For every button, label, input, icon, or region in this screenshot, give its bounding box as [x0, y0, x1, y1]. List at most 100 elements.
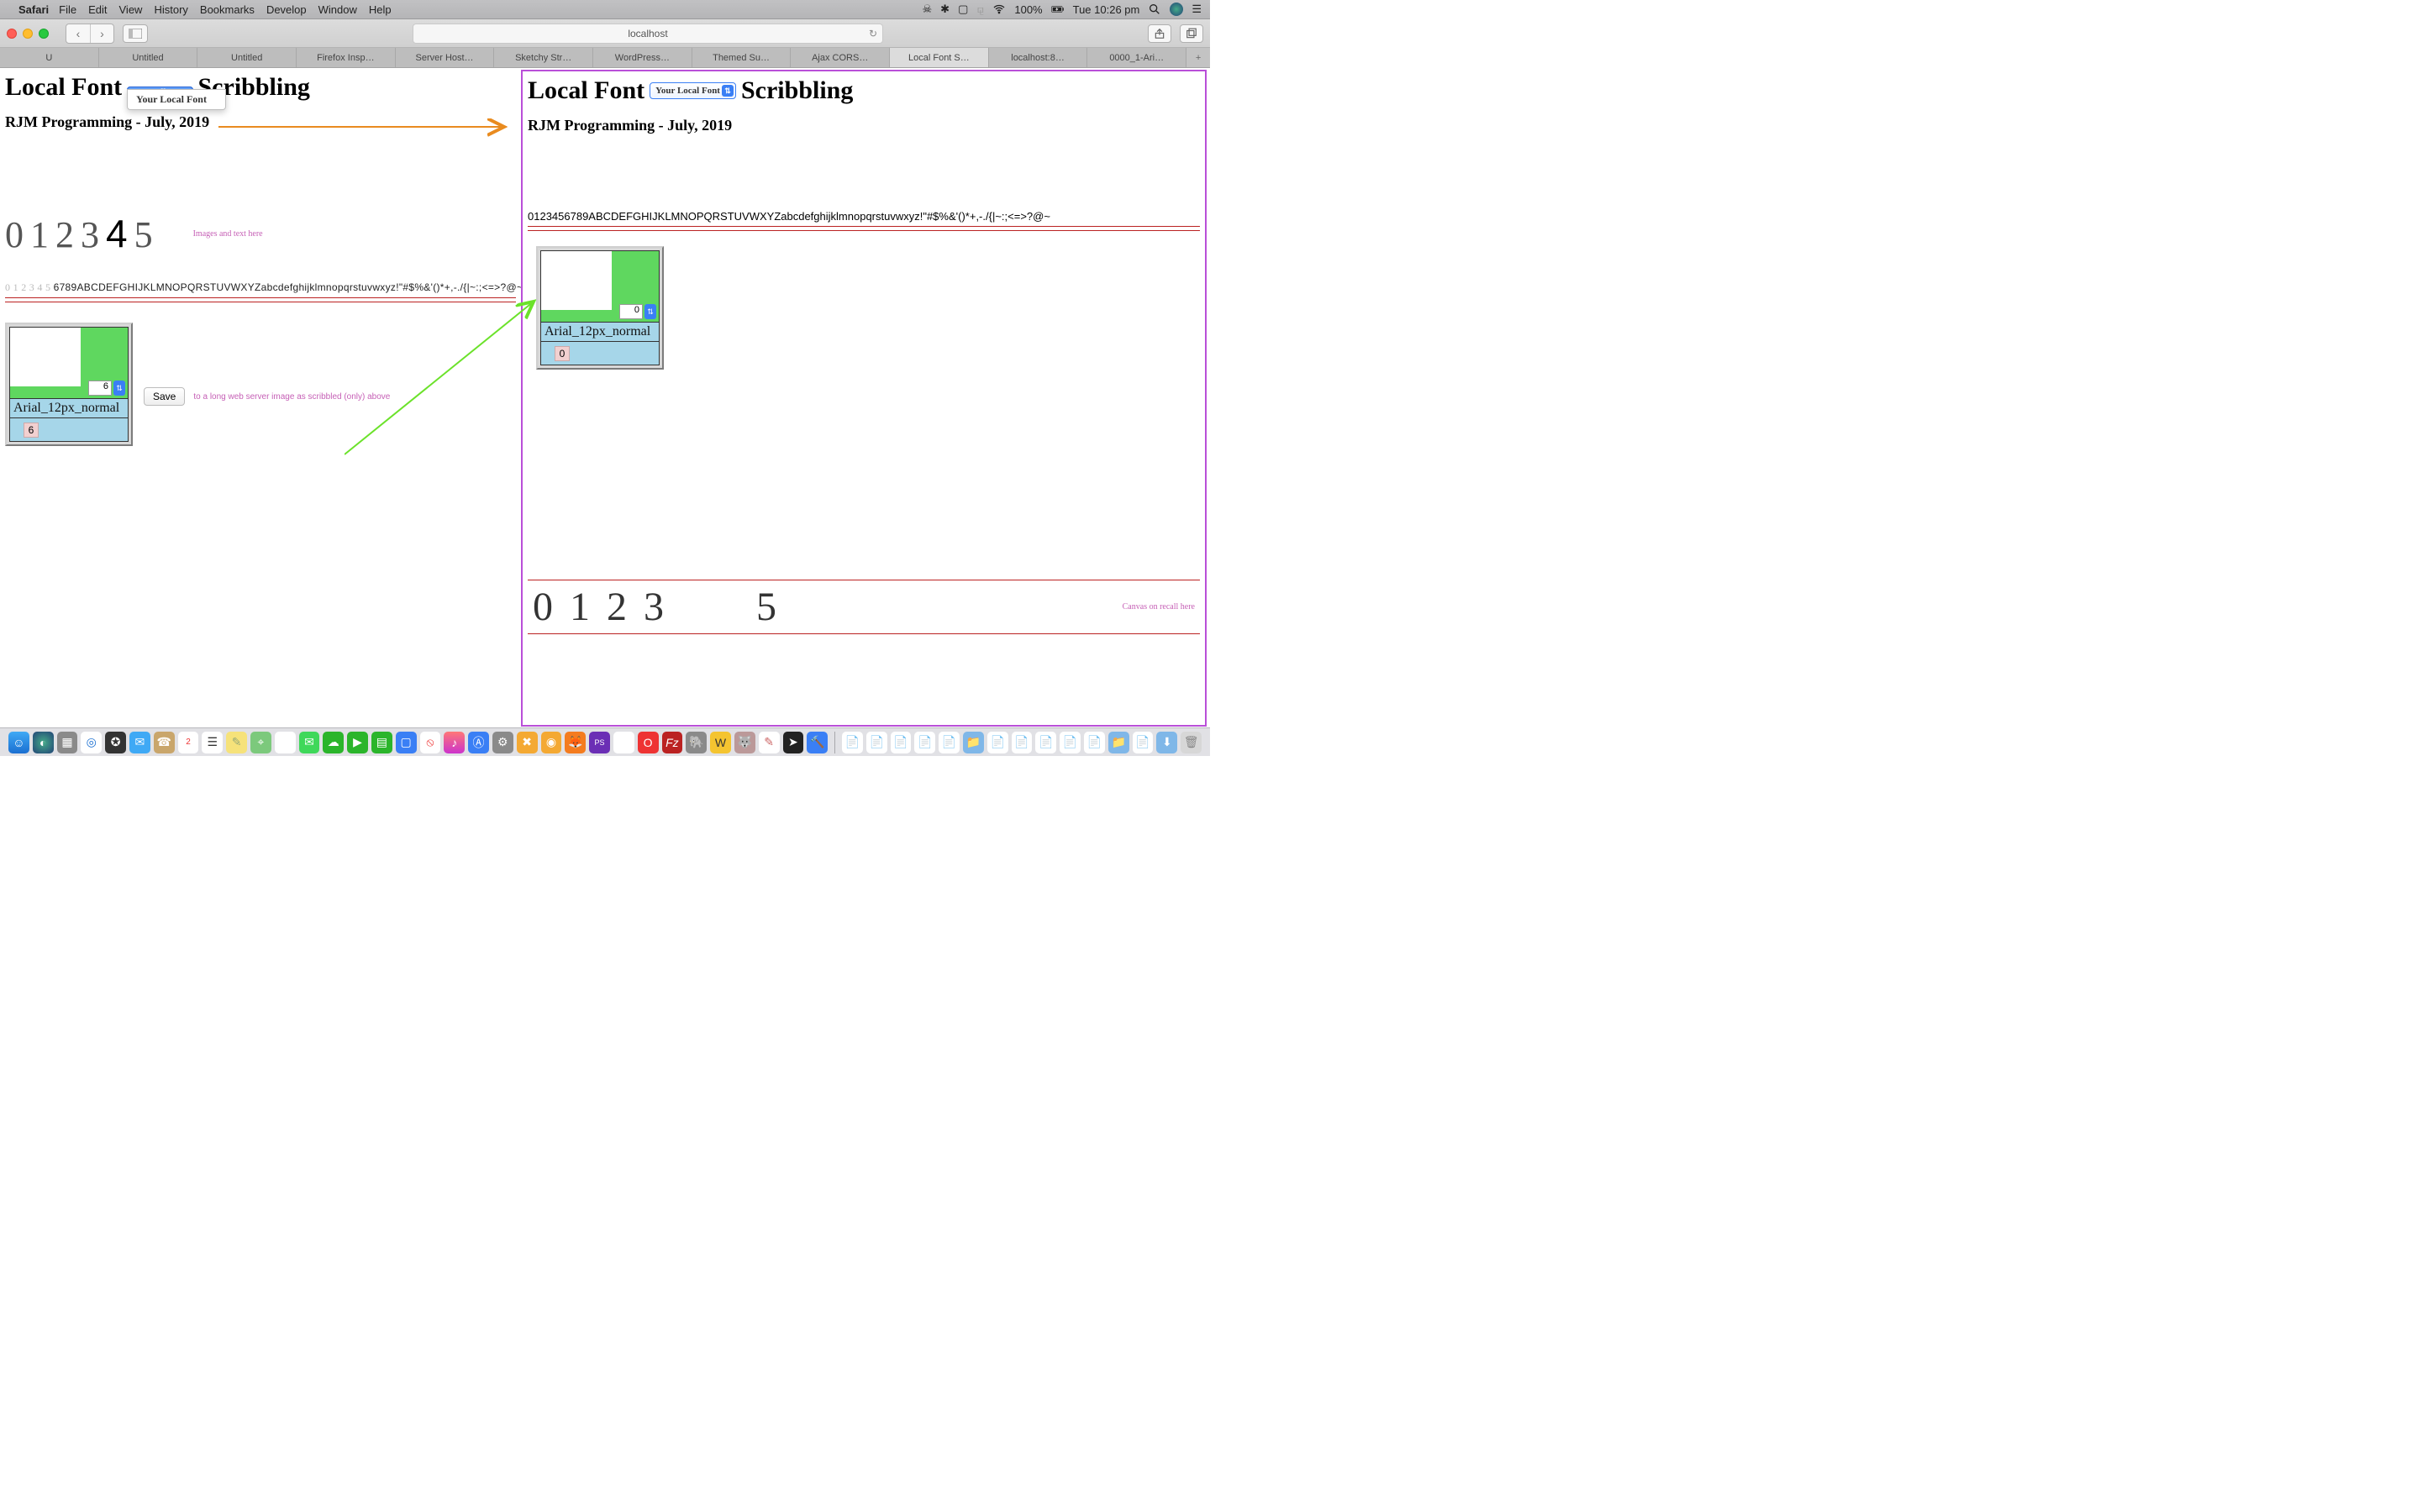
- dock-doc-2[interactable]: 📄: [866, 732, 887, 753]
- dock-reminders[interactable]: ☰: [202, 732, 223, 753]
- widget-number-stepper[interactable]: ⇅: [113, 381, 125, 396]
- menu-develop[interactable]: Develop: [266, 3, 307, 16]
- menu-file[interactable]: File: [59, 3, 76, 16]
- back-button[interactable]: ‹: [66, 24, 90, 43]
- dock-keynote[interactable]: ▢: [396, 732, 417, 753]
- dock-itunes[interactable]: ♪: [444, 732, 465, 753]
- tabs-overview-button[interactable]: [1180, 24, 1203, 43]
- dock-phpstorm[interactable]: PS: [589, 732, 610, 753]
- dock-folder-2[interactable]: 📁: [1108, 732, 1129, 753]
- dock-prefs[interactable]: ⚙: [492, 732, 513, 753]
- status-bug-icon[interactable]: ✱: [940, 3, 950, 16]
- dock-doc-3[interactable]: 📄: [891, 732, 912, 753]
- dock-xcode[interactable]: 🔨: [807, 732, 828, 753]
- tab-5[interactable]: Sketchy Str…: [494, 48, 593, 67]
- dock-gimp[interactable]: 🐺: [734, 732, 755, 753]
- dock-firefox[interactable]: 🦊: [565, 732, 586, 753]
- bluetooth-icon[interactable]: ⚼: [976, 3, 984, 16]
- dock-doc-11[interactable]: 📄: [1133, 732, 1154, 753]
- airplay-icon[interactable]: ▢: [958, 3, 968, 16]
- save-button[interactable]: Save: [144, 387, 185, 406]
- siri-icon[interactable]: [1170, 3, 1183, 16]
- reload-icon[interactable]: ↻: [869, 28, 877, 39]
- tab-1[interactable]: Untitled: [99, 48, 198, 67]
- widget-number-input-right[interactable]: 0: [619, 304, 643, 319]
- dock-folder-1[interactable]: 📁: [963, 732, 984, 753]
- tab-11[interactable]: 0000_1-Ari…: [1087, 48, 1186, 67]
- dock-trash[interactable]: 🗑: [1181, 732, 1202, 753]
- menu-help[interactable]: Help: [369, 3, 392, 16]
- recall-select[interactable]: ✓ Recall ... ⇅ Your Local Font: [127, 73, 192, 102]
- status-skull-icon[interactable]: ☠: [923, 3, 933, 16]
- dock-launchpad[interactable]: ▦: [57, 732, 78, 753]
- dock-notes[interactable]: ✎: [226, 732, 247, 753]
- menu-window[interactable]: Window: [318, 3, 357, 16]
- battery-percent[interactable]: 100%: [1014, 3, 1042, 16]
- dock-numbers[interactable]: ▤: [371, 732, 392, 753]
- tab-7[interactable]: Themed Su…: [692, 48, 792, 67]
- dock-contacts[interactable]: ☎: [154, 732, 175, 753]
- font-select[interactable]: Your Local Font ⇅: [650, 82, 736, 99]
- widget-number-input[interactable]: 6: [88, 381, 112, 396]
- dock-wechat[interactable]: ☁: [323, 732, 344, 753]
- recall-canvas[interactable]: 0 1 2 3 5 Canvas on recall here: [528, 580, 1200, 634]
- dock-mail[interactable]: ✉: [129, 732, 150, 753]
- dock-messages[interactable]: ✉: [299, 732, 320, 753]
- scribble-canvas-row[interactable]: 0 1 2 3 4 5 Images and text here: [5, 211, 516, 256]
- dock-doc-8[interactable]: 📄: [1035, 732, 1056, 753]
- menu-view[interactable]: View: [119, 3, 143, 16]
- zoom-window-button[interactable]: [39, 29, 49, 39]
- dock-siri[interactable]: ◐: [33, 732, 54, 753]
- battery-icon[interactable]: [1051, 3, 1065, 16]
- widget-font-label[interactable]: Arial_12px_normal: [9, 399, 129, 418]
- dock-mamp[interactable]: 🐘: [686, 732, 707, 753]
- sidebar-toggle-button[interactable]: [123, 24, 148, 43]
- tab-0[interactable]: U: [0, 48, 99, 67]
- widget-font-label-right[interactable]: Arial_12px_normal: [540, 323, 660, 342]
- dock-xampp[interactable]: ✖: [517, 732, 538, 753]
- close-window-button[interactable]: [7, 29, 17, 39]
- dock-doc-7[interactable]: 📄: [1012, 732, 1033, 753]
- tab-4[interactable]: Server Host…: [396, 48, 495, 67]
- dock-finder[interactable]: ☺: [8, 732, 29, 753]
- dock-doc-1[interactable]: 📄: [842, 732, 863, 753]
- dock-filezilla[interactable]: Fz: [662, 732, 683, 753]
- widget-canvas-right[interactable]: 0 ⇅: [540, 250, 660, 323]
- dock-chrome[interactable]: ◍: [613, 732, 634, 753]
- dock-doc-4[interactable]: 📄: [914, 732, 935, 753]
- menu-history[interactable]: History: [154, 3, 187, 16]
- dock-dashboard[interactable]: ✪: [105, 732, 126, 753]
- new-tab-button[interactable]: +: [1186, 48, 1210, 67]
- dock-safari[interactable]: ◎: [81, 732, 102, 753]
- dock-doc-5[interactable]: 📄: [939, 732, 960, 753]
- spotlight-icon[interactable]: [1148, 3, 1161, 16]
- notification-center-icon[interactable]: ☰: [1192, 3, 1202, 16]
- address-bar[interactable]: localhost ↻: [413, 24, 883, 44]
- minimize-window-button[interactable]: [23, 29, 33, 39]
- dock-audacity[interactable]: ◉: [541, 732, 562, 753]
- dock-facetime[interactable]: ▶: [347, 732, 368, 753]
- wifi-icon[interactable]: [992, 3, 1006, 16]
- dock-calendar[interactable]: 2: [178, 732, 199, 753]
- dock-doc-10[interactable]: 📄: [1084, 732, 1105, 753]
- tab-8[interactable]: Ajax CORS…: [791, 48, 890, 67]
- dock-opera[interactable]: O: [638, 732, 659, 753]
- menu-bookmarks[interactable]: Bookmarks: [200, 3, 255, 16]
- dock-paintbrush[interactable]: ✎: [759, 732, 780, 753]
- menu-edit[interactable]: Edit: [88, 3, 107, 16]
- tab-10[interactable]: localhost:8…: [989, 48, 1088, 67]
- widget-canvas[interactable]: 6 ⇅: [9, 327, 129, 399]
- dock-maps[interactable]: ⌖: [250, 732, 271, 753]
- tab-9[interactable]: Local Font S…: [890, 48, 989, 67]
- forward-button[interactable]: ›: [90, 24, 113, 43]
- dock-terminal[interactable]: ➤: [783, 732, 804, 753]
- tab-2[interactable]: Untitled: [197, 48, 297, 67]
- recall-option-1[interactable]: Your Local Font: [128, 92, 225, 108]
- share-button[interactable]: [1148, 24, 1171, 43]
- dock-doc-6[interactable]: 📄: [987, 732, 1008, 753]
- dock-wamp[interactable]: W: [710, 732, 731, 753]
- dock-appstore[interactable]: Ⓐ: [468, 732, 489, 753]
- tab-6[interactable]: WordPress…: [593, 48, 692, 67]
- clock[interactable]: Tue 10:26 pm: [1073, 3, 1140, 16]
- app-name[interactable]: Safari: [18, 3, 49, 16]
